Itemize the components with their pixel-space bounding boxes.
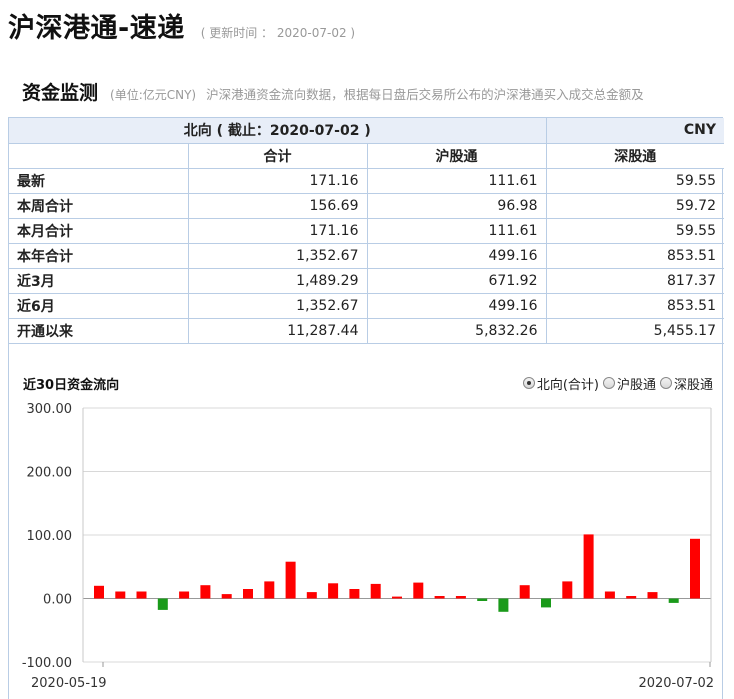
y-tick-label: -100.00 — [22, 656, 72, 671]
bar — [668, 598, 679, 603]
bar — [370, 583, 381, 599]
x-start-label: 2020-05-19 — [31, 676, 107, 691]
bar — [626, 596, 637, 599]
bar — [690, 538, 700, 599]
bar — [115, 591, 126, 599]
bar — [583, 534, 594, 599]
y-tick-label: 300.00 — [27, 402, 73, 417]
bar — [541, 598, 551, 608]
bar — [136, 591, 147, 599]
bar — [455, 596, 466, 599]
bar — [157, 598, 168, 610]
bar — [392, 596, 402, 599]
bar — [349, 589, 360, 599]
x-end-label: 2020-07-02 — [638, 676, 714, 691]
bar — [519, 585, 530, 599]
bar — [285, 561, 296, 599]
bar — [604, 591, 615, 599]
bar — [498, 598, 509, 612]
bar — [200, 585, 211, 599]
y-tick-label: 100.00 — [27, 529, 73, 544]
bar — [328, 583, 339, 599]
bar — [434, 596, 445, 599]
bar — [562, 581, 573, 599]
bar — [413, 582, 424, 599]
y-tick-label: 0.00 — [43, 593, 72, 608]
fund-flow-chart: 300.00 200.00 100.00 0.00 -100.00 2020-05-19 2… — [22, 402, 714, 691]
bar — [179, 591, 190, 599]
bar — [243, 589, 253, 599]
bar — [264, 581, 275, 599]
bar — [647, 592, 658, 599]
bar — [306, 592, 317, 599]
bar — [221, 594, 232, 599]
y-tick-label: 200.00 — [27, 466, 73, 481]
bar — [94, 585, 104, 599]
bar — [477, 598, 488, 601]
